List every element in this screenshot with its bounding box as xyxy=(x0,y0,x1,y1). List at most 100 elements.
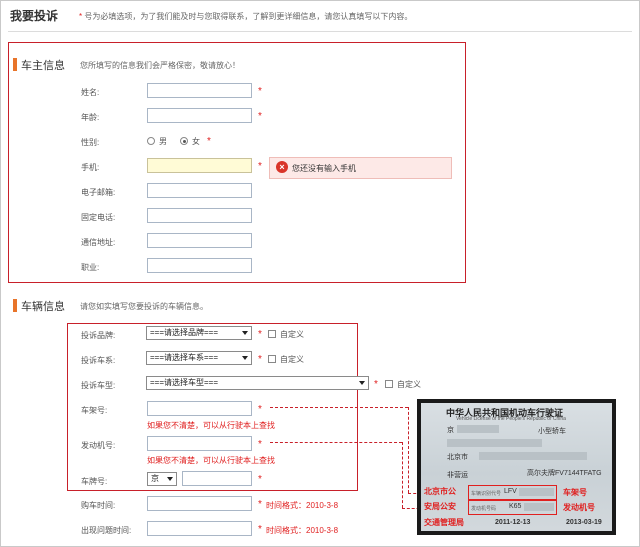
license-vin-blur xyxy=(519,488,554,496)
license-address: 北京市 xyxy=(447,454,468,461)
purchase-time-hint: 时间格式：2010-3-8 xyxy=(266,501,339,510)
license-city: 京 xyxy=(447,427,454,434)
engine-hint: 如果您不清楚，可以从行驶本上查找 xyxy=(147,456,275,465)
issue-time-label: 出现问题时间: xyxy=(81,526,132,535)
mobile-input[interactable] xyxy=(147,158,252,173)
purchase-time-input[interactable] xyxy=(147,496,252,511)
brand-custom-label[interactable]: 自定义 xyxy=(280,329,304,340)
brand-select-value: ===请选择品牌=== xyxy=(150,328,219,337)
error-icon: × xyxy=(276,161,288,173)
page-description: * 号为必填选项，为了我们能及时与您取得联系，了解到更详细信息，请您认真填写以下… xyxy=(79,11,412,22)
name-required-star: * xyxy=(258,86,262,97)
vin-input[interactable] xyxy=(147,401,252,416)
gender-label: 性别: xyxy=(81,138,100,147)
engine-label: 发动机号: xyxy=(81,441,116,450)
series-custom-checkbox[interactable] xyxy=(268,355,276,363)
license-model: 高尔夫牌FV7144TFATG xyxy=(527,470,602,477)
vehicle-section-marker xyxy=(13,299,17,312)
model-select-value: ===请选择车型=== xyxy=(150,378,219,387)
license-engine-blur xyxy=(524,503,554,511)
engine-callout-line-vertical xyxy=(402,442,403,508)
mobile-error-text: 您还没有输入手机 xyxy=(292,164,356,173)
name-input[interactable] xyxy=(147,83,252,98)
engine-input[interactable] xyxy=(147,436,252,451)
license-stamp-line1: 北京市公 xyxy=(424,487,456,496)
license-use-nature: 非营运 xyxy=(447,472,468,479)
brand-label: 投诉品牌: xyxy=(81,331,116,340)
license-vin-callout: 车架号 xyxy=(563,488,587,497)
plate-required-star: * xyxy=(258,474,262,485)
license-stamp-line2: 安局公安 xyxy=(424,502,456,511)
email-label: 电子邮箱: xyxy=(81,188,116,197)
age-input[interactable] xyxy=(147,108,252,123)
license-vehicle-type: 小型轿车 xyxy=(538,428,566,435)
page-description-text: 号为必填选项，为了我们能及时与您取得联系，了解到更详细信息，请您认真填写以下内容… xyxy=(84,12,413,21)
age-required-star: * xyxy=(258,111,262,122)
address-label: 通信地址: xyxy=(81,238,116,247)
issue-time-hint: 时间格式：2010-3-8 xyxy=(266,526,339,535)
plate-input[interactable] xyxy=(182,471,252,486)
license-engine-callout: 发动机号 xyxy=(563,503,595,512)
owner-section-title: 车主信息 xyxy=(21,60,65,72)
brand-select[interactable]: ===请选择品牌=== xyxy=(146,326,252,340)
occupation-input[interactable] xyxy=(147,258,252,273)
mobile-required-star: * xyxy=(258,161,262,172)
vin-callout-line xyxy=(270,407,408,408)
license-subtitle: Vehicle License of the People's Republic… xyxy=(456,416,566,422)
series-select-value: ===请选择车系=== xyxy=(150,353,219,362)
model-custom-label[interactable]: 自定义 xyxy=(397,379,421,390)
purchase-time-label: 购车时间: xyxy=(81,501,116,510)
issue-time-input[interactable] xyxy=(147,521,252,536)
vin-required-star: * xyxy=(258,404,262,415)
owner-section-marker xyxy=(13,58,17,71)
license-vin-value: LFV xyxy=(504,488,517,495)
age-label: 年龄: xyxy=(81,113,100,122)
series-custom-label[interactable]: 自定义 xyxy=(280,354,304,365)
plate-label: 车牌号: xyxy=(81,477,108,486)
license-stamp-line3: 交通管理局 xyxy=(424,518,464,527)
license-register-date: 2011-12-13 xyxy=(495,519,531,526)
model-label: 投诉车型: xyxy=(81,381,116,390)
page-title: 我要投诉 xyxy=(10,9,59,23)
chevron-down-icon xyxy=(242,356,248,360)
chevron-down-icon xyxy=(359,381,365,385)
engine-callout-line xyxy=(270,442,402,443)
brand-required-star: * xyxy=(258,329,262,340)
license-plate-blur xyxy=(457,425,499,433)
vehicle-section-title: 车辆信息 xyxy=(21,301,65,313)
purchase-time-required-star: * xyxy=(258,499,262,510)
gender-female-radio[interactable] xyxy=(180,137,188,145)
required-star: * xyxy=(79,12,83,21)
vin-hint: 如果您不清楚，可以从行驶本上查找 xyxy=(147,421,275,430)
license-owner-blur xyxy=(447,439,542,447)
issue-time-required-star: * xyxy=(258,524,262,535)
owner-section-description: 您所填写的信息我们会严格保密，敬请放心！ xyxy=(80,61,240,70)
mobile-label: 手机: xyxy=(81,163,100,172)
series-select[interactable]: ===请选择车系=== xyxy=(146,351,252,365)
brand-custom-checkbox[interactable] xyxy=(268,330,276,338)
license-issue-date: 2013-03-19 xyxy=(566,519,602,526)
landline-input[interactable] xyxy=(147,208,252,223)
landline-label: 固定电话: xyxy=(81,213,116,222)
chevron-down-icon xyxy=(167,477,173,481)
license-address-blur xyxy=(479,452,587,460)
license-engine-label: 发动机号码 xyxy=(471,506,497,512)
gender-male-radio[interactable] xyxy=(147,137,155,145)
gender-female-label[interactable]: 女 xyxy=(192,136,200,147)
plate-prefix-select[interactable]: 京 xyxy=(147,472,177,486)
model-select[interactable]: ===请选择车型=== xyxy=(146,376,369,390)
model-custom-checkbox[interactable] xyxy=(385,380,393,388)
series-label: 投诉车系: xyxy=(81,356,116,365)
vin-label: 车架号: xyxy=(81,406,108,415)
address-input[interactable] xyxy=(147,233,252,248)
email-input[interactable] xyxy=(147,183,252,198)
model-required-star: * xyxy=(374,379,378,390)
vin-callout-line-vertical xyxy=(408,407,409,493)
plate-prefix-value: 京 xyxy=(151,474,159,483)
engine-required-star: * xyxy=(258,439,262,450)
gender-male-label[interactable]: 男 xyxy=(159,136,167,147)
occupation-label: 职业: xyxy=(81,263,100,272)
vehicle-section-description: 请您如实填写您要投诉的车辆信息。 xyxy=(80,302,208,311)
chevron-down-icon xyxy=(242,331,248,335)
series-required-star: * xyxy=(258,354,262,365)
